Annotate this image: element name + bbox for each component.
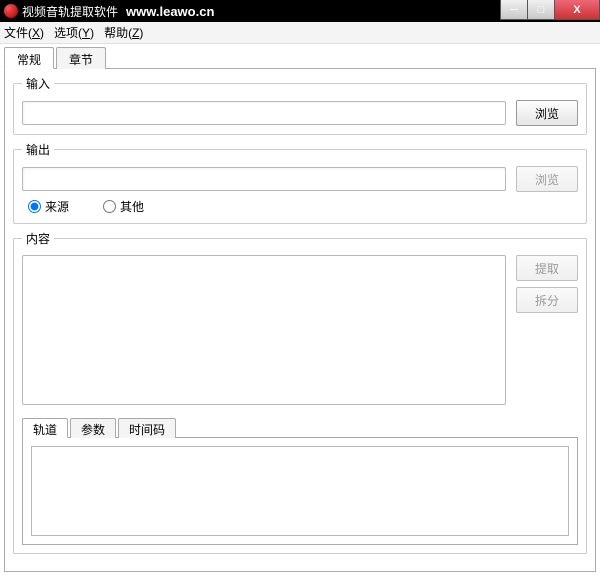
split-button: 拆分 xyxy=(516,287,578,313)
input-legend: 输入 xyxy=(22,75,54,92)
menu-bar: 文件(X) 选项(Y) 帮助(Z) xyxy=(0,22,600,44)
radio-other-label: 其他 xyxy=(120,198,144,215)
content-legend: 内容 xyxy=(22,230,54,247)
inner-tab-timecode[interactable]: 时间码 xyxy=(118,418,176,438)
app-title: 视频音轨提取软件 xyxy=(22,3,118,20)
main-tabstrip: 常规 章节 xyxy=(4,46,596,68)
app-url: www.leawo.cn xyxy=(126,4,214,19)
output-path-field[interactable] xyxy=(22,167,506,191)
input-path-field[interactable] xyxy=(22,101,506,125)
radio-source-input[interactable] xyxy=(28,200,41,213)
menu-options[interactable]: 选项(Y) xyxy=(54,24,94,41)
inner-tabstrip: 轨道 参数 时间码 xyxy=(22,417,578,437)
content-listbox[interactable] xyxy=(22,255,506,405)
client-area: 常规 章节 输入 浏览 输出 浏览 来源 xyxy=(0,44,600,576)
tab-panel-general: 输入 浏览 输出 浏览 来源 其他 xyxy=(4,68,596,572)
input-browse-button[interactable]: 浏览 xyxy=(516,100,578,126)
output-browse-button: 浏览 xyxy=(516,166,578,192)
output-group: 输出 浏览 来源 其他 xyxy=(13,141,587,224)
menu-help[interactable]: 帮助(Z) xyxy=(104,24,143,41)
minimize-button[interactable]: ─ xyxy=(500,0,528,20)
close-button[interactable]: X xyxy=(554,0,600,20)
maximize-button[interactable]: □ xyxy=(527,0,555,20)
content-group: 内容 提取 拆分 轨道 参数 时间码 xyxy=(13,230,587,554)
tab-chapters[interactable]: 章节 xyxy=(56,47,106,69)
title-bar: 视频音轨提取软件 www.leawo.cn ─ □ X xyxy=(0,0,600,22)
output-legend: 输出 xyxy=(22,141,54,158)
radio-source-label: 来源 xyxy=(45,198,69,215)
tab-general[interactable]: 常规 xyxy=(4,47,54,69)
menu-file[interactable]: 文件(X) xyxy=(4,24,44,41)
radio-other-input[interactable] xyxy=(103,200,116,213)
inner-tabs: 轨道 参数 时间码 xyxy=(22,417,578,545)
window-controls: ─ □ X xyxy=(501,0,600,20)
input-group: 输入 浏览 xyxy=(13,75,587,135)
app-icon xyxy=(4,4,18,18)
inner-tab-params[interactable]: 参数 xyxy=(70,418,116,438)
inner-panel-tracks xyxy=(22,437,578,545)
radio-source[interactable]: 来源 xyxy=(28,198,69,215)
extract-button: 提取 xyxy=(516,255,578,281)
radio-other[interactable]: 其他 xyxy=(103,198,144,215)
tracks-listbox[interactable] xyxy=(31,446,569,536)
inner-tab-tracks[interactable]: 轨道 xyxy=(22,418,68,438)
